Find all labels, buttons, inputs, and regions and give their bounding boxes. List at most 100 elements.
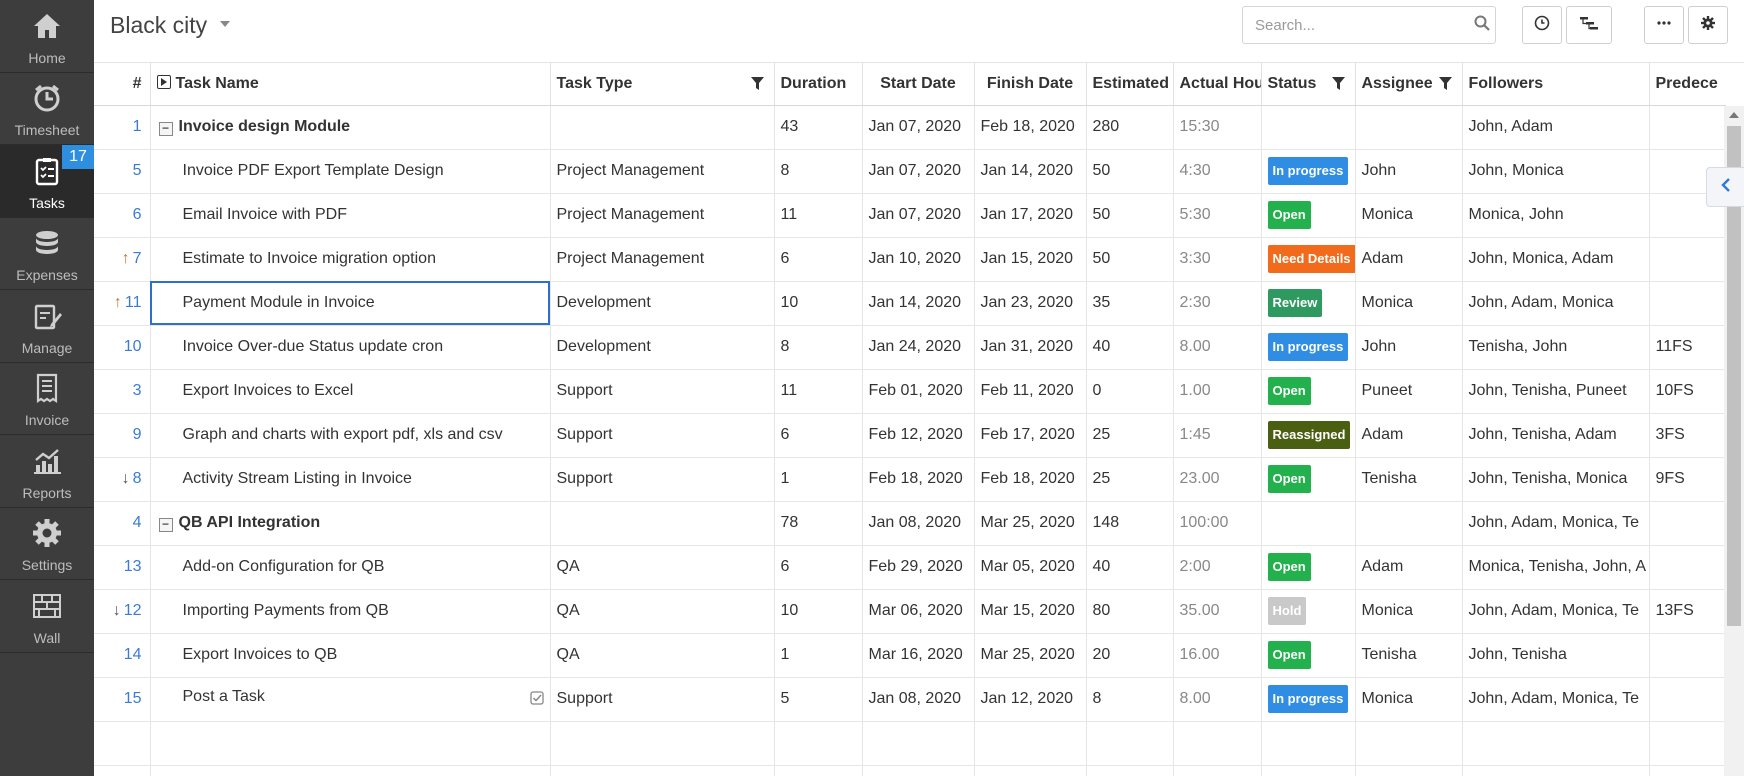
checkbox-icon[interactable]: [529, 691, 544, 710]
cell-start-date[interactable]: Jan 10, 2020: [862, 237, 975, 282]
empty-cell[interactable]: [1086, 765, 1174, 776]
cell-task-name[interactable]: Payment Module in Invoice: [150, 281, 551, 326]
cell-start-date[interactable]: Jan 07, 2020: [862, 149, 975, 194]
cell-followers[interactable]: Tenisha, John: [1462, 325, 1650, 370]
empty-cell[interactable]: [974, 721, 1087, 766]
cell-predecessors[interactable]: [1649, 105, 1726, 150]
cell-finish-date[interactable]: Feb 18, 2020: [974, 105, 1087, 150]
cell-actual-hours[interactable]: 3:30: [1173, 237, 1262, 282]
empty-cell[interactable]: [774, 721, 863, 766]
task-name[interactable]: Payment Module in Invoice: [183, 294, 375, 311]
cell-id[interactable]: 5: [94, 149, 151, 194]
task-id[interactable]: 12: [124, 602, 142, 619]
status-badge[interactable]: Open: [1267, 465, 1311, 493]
empty-cell[interactable]: [1261, 765, 1356, 776]
cell-predecessors[interactable]: 13FS: [1649, 589, 1726, 634]
cell-followers[interactable]: John, Adam, Monica, Te: [1462, 501, 1650, 546]
empty-cell[interactable]: [1086, 721, 1174, 766]
cell-id[interactable]: 3: [94, 369, 151, 414]
cell-start-date[interactable]: Feb 29, 2020: [862, 545, 975, 590]
filter-icon[interactable]: [1331, 77, 1345, 95]
cell-task-type[interactable]: Development: [550, 281, 775, 326]
cell-estimated[interactable]: 40: [1086, 325, 1174, 370]
cell-duration[interactable]: 8: [774, 149, 863, 194]
empty-cell[interactable]: [862, 721, 975, 766]
task-id[interactable]: 15: [124, 690, 142, 707]
task-name[interactable]: Email Invoice with PDF: [183, 206, 348, 223]
task-id[interactable]: 13: [124, 558, 142, 575]
task-id[interactable]: 14: [124, 646, 142, 663]
cell-task-type[interactable]: QA: [550, 545, 775, 590]
task-name[interactable]: QB API Integration: [179, 514, 321, 531]
empty-cell[interactable]: [862, 765, 975, 776]
empty-cell[interactable]: [94, 765, 151, 776]
cell-followers[interactable]: John, Monica: [1462, 149, 1650, 194]
cell-duration[interactable]: 11: [774, 369, 863, 414]
task-name[interactable]: Invoice design Module: [179, 118, 351, 135]
cell-id[interactable]: 9: [94, 413, 151, 458]
cell-task-name[interactable]: − QB API Integration: [150, 501, 551, 546]
cell-followers[interactable]: John, Adam, Monica, Te: [1462, 677, 1650, 722]
table-row[interactable]: 5 Invoice PDF Export Template Design Proje…: [94, 149, 1726, 194]
cell-finish-date[interactable]: Mar 15, 2020: [974, 589, 1087, 634]
cell-followers[interactable]: John, Tenisha, Monica: [1462, 457, 1650, 502]
cell-duration[interactable]: 6: [774, 545, 863, 590]
col-header-predecessors[interactable]: Predece: [1649, 63, 1726, 106]
task-id[interactable]: 3: [133, 382, 142, 399]
cell-followers[interactable]: John, Tenisha, Puneet: [1462, 369, 1650, 414]
project-dropdown-caret-icon[interactable]: [220, 21, 230, 27]
cell-id[interactable]: 13: [94, 545, 151, 590]
cell-task-type[interactable]: Project Management: [550, 237, 775, 282]
cell-assignee[interactable]: Adam: [1355, 237, 1463, 282]
sidebar-item-expenses[interactable]: Expenses: [0, 218, 94, 290]
cell-duration[interactable]: 8: [774, 325, 863, 370]
cell-duration[interactable]: 6: [774, 237, 863, 282]
task-name[interactable]: Graph and charts with export pdf, xls an…: [183, 426, 503, 443]
cell-assignee[interactable]: [1355, 105, 1463, 150]
cell-task-name[interactable]: Importing Payments from QB: [150, 589, 551, 634]
cell-start-date[interactable]: Feb 01, 2020: [862, 369, 975, 414]
status-badge[interactable]: Hold: [1267, 597, 1307, 625]
cell-start-date[interactable]: Jan 08, 2020: [862, 677, 975, 722]
cell-status[interactable]: Reassigned: [1261, 413, 1356, 458]
empty-cell[interactable]: [1261, 721, 1356, 766]
empty-cell[interactable]: [1649, 765, 1726, 776]
cell-task-type[interactable]: Project Management: [550, 149, 775, 194]
cell-duration[interactable]: 10: [774, 281, 863, 326]
sidebar-item-invoice[interactable]: Invoice: [0, 363, 94, 435]
cell-task-type[interactable]: QA: [550, 589, 775, 634]
cell-assignee[interactable]: Tenisha: [1355, 457, 1463, 502]
empty-cell[interactable]: [150, 765, 551, 776]
cell-start-date[interactable]: Mar 16, 2020: [862, 633, 975, 678]
col-header-id[interactable]: #: [94, 63, 151, 106]
cell-followers[interactable]: John, Tenisha, Adam: [1462, 413, 1650, 458]
cell-finish-date[interactable]: Jan 31, 2020: [974, 325, 1087, 370]
cell-finish-date[interactable]: Mar 05, 2020: [974, 545, 1087, 590]
empty-cell[interactable]: [94, 721, 151, 766]
cell-predecessors[interactable]: [1649, 545, 1726, 590]
cell-task-type[interactable]: [550, 105, 775, 150]
task-id[interactable]: 1: [133, 118, 142, 135]
cell-duration[interactable]: 11: [774, 193, 863, 238]
cell-status[interactable]: In progress: [1261, 325, 1356, 370]
empty-cell[interactable]: [974, 765, 1087, 776]
task-id[interactable]: 5: [133, 162, 142, 179]
status-badge[interactable]: Open: [1267, 553, 1311, 581]
cell-id[interactable]: 6: [94, 193, 151, 238]
cell-status[interactable]: [1261, 105, 1356, 150]
cell-id[interactable]: ↓ 8: [94, 457, 151, 502]
empty-cell[interactable]: [1462, 721, 1650, 766]
sidebar-item-settings[interactable]: Settings: [0, 508, 94, 580]
cell-status[interactable]: Open: [1261, 369, 1356, 414]
hierarchy-button[interactable]: [1566, 6, 1612, 44]
project-title[interactable]: Black city: [110, 12, 207, 39]
col-header-finish-date[interactable]: Finish Date: [974, 63, 1087, 106]
cell-duration[interactable]: 5: [774, 677, 863, 722]
cell-assignee[interactable]: John: [1355, 149, 1463, 194]
task-name[interactable]: Export Invoices to QB: [183, 646, 338, 663]
empty-cell[interactable]: [550, 721, 775, 766]
cell-id[interactable]: 1: [94, 105, 151, 150]
cell-task-name[interactable]: Estimate to Invoice migration option: [150, 237, 551, 282]
cell-start-date[interactable]: Jan 08, 2020: [862, 501, 975, 546]
cell-actual-hours[interactable]: 4:30: [1173, 149, 1262, 194]
